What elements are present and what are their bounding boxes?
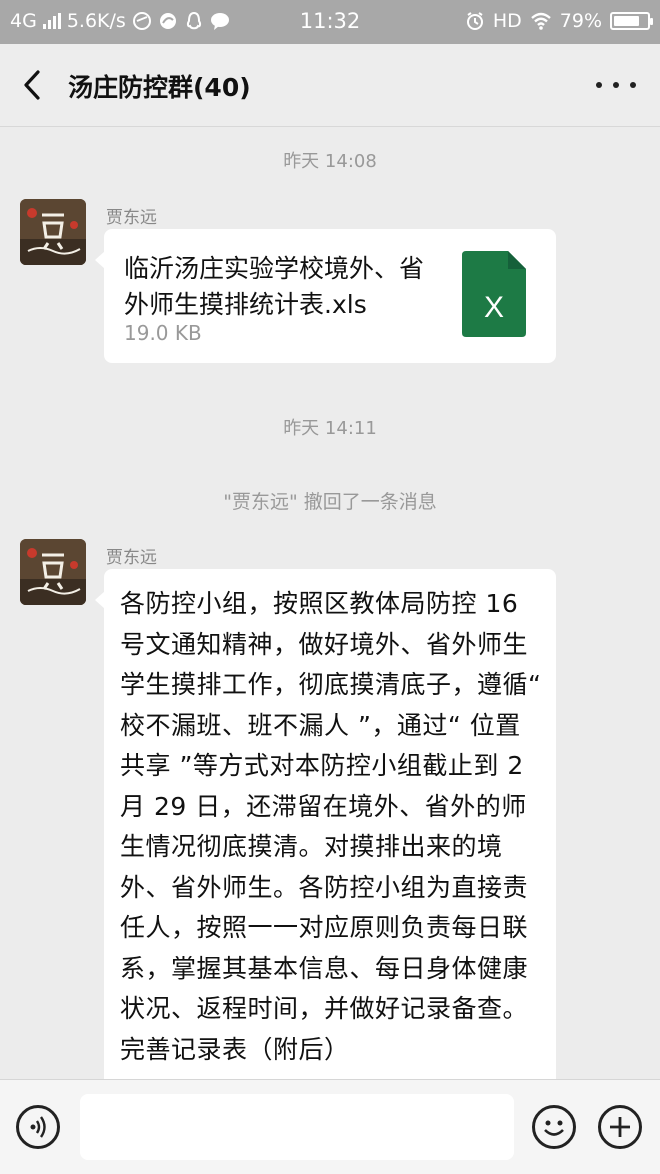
chat-header: 汤庄防控群(40) bbox=[0, 44, 660, 127]
file-bubble[interactable]: 临沂汤庄实验学校境外、省外师生摸排统计表.xls 19.0 KB X bbox=[95, 229, 556, 363]
hd-indicator: HD bbox=[492, 10, 522, 32]
avatar[interactable] bbox=[20, 199, 86, 265]
more-dots-icon[interactable] bbox=[596, 72, 636, 98]
avatar-image bbox=[20, 539, 86, 605]
text-bubble[interactable]: 各防控小组，按照区教体局防控 16 号文通知精神，做好境外、省外师生学生摸排工作… bbox=[95, 569, 556, 1079]
wifi-icon bbox=[530, 12, 551, 30]
status-right: HD 79% bbox=[465, 10, 653, 32]
alarm-icon bbox=[466, 12, 483, 30]
excel-icon-letter: X bbox=[484, 291, 504, 324]
battery-fill bbox=[614, 16, 640, 26]
file-name: 临沂汤庄实验学校境外、省外师生摸排统计表.xls bbox=[124, 254, 425, 319]
battery-icon bbox=[610, 12, 653, 30]
chevron-left-icon[interactable] bbox=[18, 68, 48, 102]
emoji-icon[interactable] bbox=[532, 1105, 576, 1149]
timestamp: 昨天 14:11 bbox=[283, 418, 377, 439]
chat-messages[interactable]: 昨天 14:08 贾东远 临沂汤庄实验学校境外、省外师生摸排统计表.xls 19… bbox=[0, 127, 660, 1079]
sender-name: 贾东远 bbox=[106, 208, 157, 228]
message-input[interactable] bbox=[80, 1094, 514, 1160]
plus-icon[interactable] bbox=[598, 1105, 642, 1149]
avatar-image bbox=[20, 199, 86, 265]
input-bar bbox=[0, 1079, 660, 1174]
excel-file-icon: X bbox=[462, 251, 526, 337]
file-size: 19.0 KB bbox=[124, 321, 202, 345]
sender-name: 贾东远 bbox=[106, 548, 157, 568]
avatar[interactable] bbox=[20, 539, 86, 605]
message-text: 各防控小组，按照区教体局防控 16 号文通知精神，做好境外、省外师生学生摸排工作… bbox=[120, 589, 542, 1064]
timestamp: 昨天 14:08 bbox=[283, 151, 377, 172]
recall-notice: "贾东远" 撤回了一条消息 bbox=[223, 491, 437, 513]
battery-percent: 79% bbox=[559, 10, 602, 32]
voice-icon[interactable] bbox=[16, 1105, 60, 1149]
status-bar: 4G 5.6K/s 11:32 HD 79% bbox=[0, 0, 660, 44]
page-title: 汤庄防控群(40) bbox=[68, 73, 251, 102]
